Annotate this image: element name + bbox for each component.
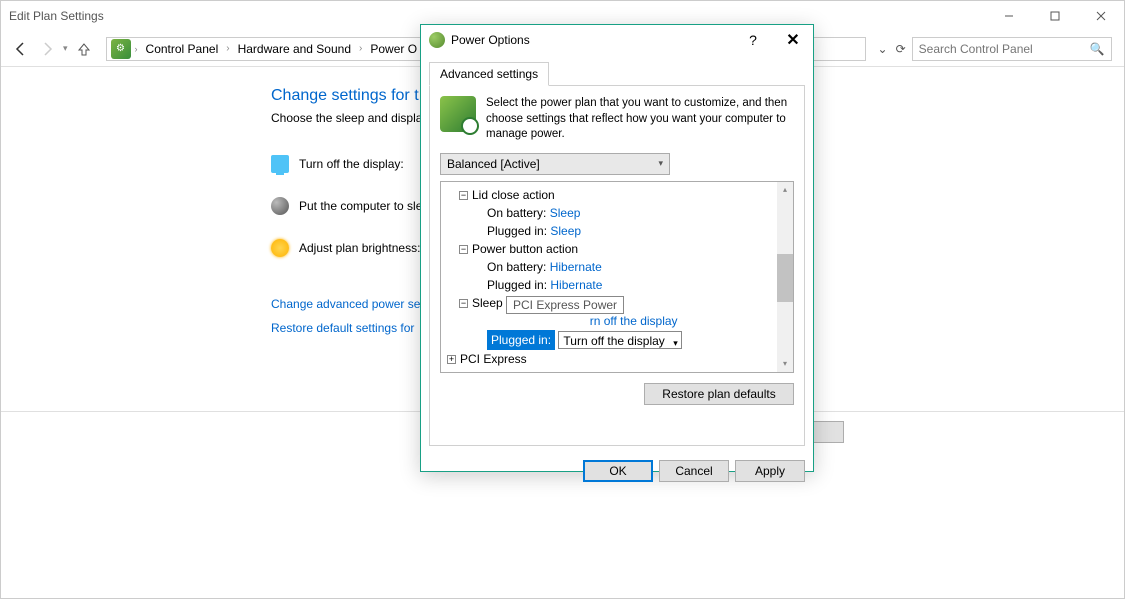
collapse-icon[interactable]: − — [459, 245, 468, 254]
tooltip: PCI Express Power — [506, 296, 624, 314]
restore-plan-defaults-button[interactable]: Restore plan defaults — [644, 383, 794, 405]
dialog-body: Advanced settings Select the power plan … — [421, 55, 813, 454]
control-panel-icon: ⚙ — [111, 39, 131, 59]
settings-tree: −Lid close action On battery: Sleep Plug… — [440, 181, 794, 373]
collapse-icon[interactable]: − — [459, 299, 468, 308]
restore-row: Restore plan defaults — [440, 383, 794, 405]
tree-leaf-powerbtn-battery[interactable]: On battery: Hibernate — [445, 258, 773, 276]
ok-button[interactable]: OK — [583, 460, 653, 482]
window-title: Edit Plan Settings — [9, 9, 104, 23]
tree-leaf-sleepbtn-plugged[interactable]: Plugged in: Turn off the display▾ — [445, 330, 773, 350]
brightness-icon — [271, 239, 289, 257]
display-icon — [271, 155, 289, 173]
tree-node-power-button[interactable]: −Power button action — [445, 240, 773, 258]
forward-button[interactable] — [37, 39, 57, 59]
sleep-plugged-select[interactable]: Turn off the display▾ — [558, 331, 681, 349]
description-text: Select the power plan that you want to c… — [486, 96, 794, 143]
tree-node-lid[interactable]: −Lid close action — [445, 186, 773, 204]
tab-panel: Select the power plan that you want to c… — [429, 86, 805, 446]
description-row: Select the power plan that you want to c… — [440, 96, 794, 143]
up-button[interactable] — [74, 39, 94, 59]
chevron-right-icon: › — [226, 43, 229, 54]
setting-brightness-label: Adjust plan brightness: — [299, 241, 420, 255]
dialog-title: Power Options — [451, 33, 530, 47]
tree-leaf-lid-battery[interactable]: On battery: Sleep — [445, 204, 773, 222]
power-options-icon — [429, 32, 445, 48]
cancel-button[interactable]: Cancel — [659, 460, 729, 482]
recent-locations-icon[interactable]: ▾ — [63, 43, 68, 54]
tree-leaf-lid-plugged[interactable]: Plugged in: Sleep — [445, 222, 773, 240]
setting-display-label: Turn off the display: — [299, 157, 404, 171]
expand-icon[interactable]: + — [447, 355, 456, 364]
breadcrumb-hardware-sound[interactable]: Hardware and Sound — [234, 40, 355, 58]
minimize-button[interactable] — [986, 1, 1032, 31]
collapse-icon[interactable]: − — [459, 191, 468, 200]
refresh-icon[interactable]: ⟳ — [896, 42, 906, 56]
tabstrip: Advanced settings — [429, 61, 805, 86]
apply-button[interactable]: Apply — [735, 460, 805, 482]
plan-select-value: Balanced [Active] — [447, 157, 540, 171]
help-button[interactable]: ? — [733, 32, 773, 48]
scrollbar[interactable]: ▴ ▾ — [777, 182, 793, 372]
power-options-dialog: Power Options ? ✕ Advanced settings Sele… — [420, 24, 814, 472]
back-button[interactable] — [11, 39, 31, 59]
scroll-thumb[interactable] — [777, 254, 793, 302]
window-controls — [986, 1, 1124, 31]
battery-plan-icon — [440, 96, 476, 132]
tree-leaf-powerbtn-plugged[interactable]: Plugged in: Hibernate — [445, 276, 773, 294]
breadcrumb-control-panel[interactable]: Control Panel — [142, 40, 223, 58]
maximize-button[interactable] — [1032, 1, 1078, 31]
close-button[interactable] — [1078, 1, 1124, 31]
search-box[interactable]: 🔍 — [912, 37, 1112, 61]
search-icon: 🔍 — [1090, 42, 1105, 56]
dialog-close-button[interactable]: ✕ — [773, 30, 813, 50]
chevron-right-icon: › — [359, 43, 362, 54]
tree-node-processor[interactable]: +Processor power management — [445, 368, 773, 373]
address-bar-controls: ⌄ ⟳ — [878, 42, 906, 56]
selected-label: Plugged in: — [487, 330, 555, 350]
breadcrumb-power-options[interactable]: Power O — [366, 40, 421, 58]
scroll-up-icon[interactable]: ▴ — [777, 182, 793, 198]
tree-node-pci-express[interactable]: +PCI Express — [445, 350, 773, 368]
dialog-buttons: OK Cancel Apply — [421, 454, 813, 492]
dialog-titlebar[interactable]: Power Options ? ✕ — [421, 25, 813, 55]
search-input[interactable] — [919, 42, 1090, 56]
setting-sleep-label: Put the computer to sle — [299, 199, 422, 213]
chevron-down-icon[interactable]: ⌄ — [878, 42, 888, 56]
chevron-down-icon: ▾ — [673, 334, 678, 352]
scroll-down-icon[interactable]: ▾ — [777, 356, 793, 372]
sleep-icon — [271, 197, 289, 215]
chevron-down-icon: ▾ — [658, 158, 663, 169]
tree-content: −Lid close action On battery: Sleep Plug… — [441, 182, 777, 373]
tree-leaf-sleepbtn-battery[interactable]: On battery: rn off the display — [445, 312, 773, 330]
tab-advanced-settings[interactable]: Advanced settings — [429, 62, 549, 86]
chevron-right-icon: › — [135, 44, 138, 54]
breadcrumb: Control Panel › Hardware and Sound › Pow… — [142, 40, 422, 58]
plan-select[interactable]: Balanced [Active] ▾ — [440, 153, 670, 175]
